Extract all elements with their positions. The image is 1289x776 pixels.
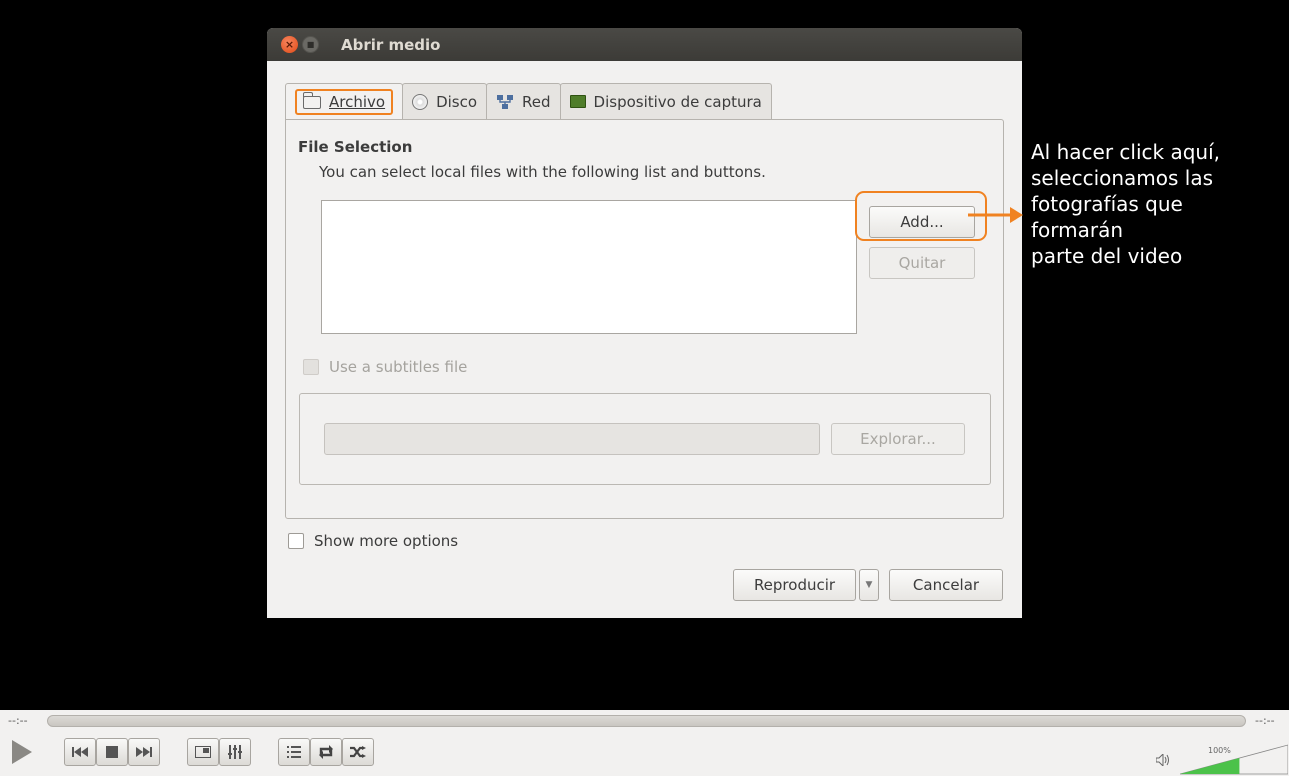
maximize-icon[interactable]: ■	[302, 36, 319, 53]
folder-icon	[302, 91, 321, 109]
annotation-arrow-icon	[968, 207, 1023, 223]
annotation-text: Al hacer click aquí, seleccionamos las f…	[1031, 139, 1281, 269]
tab-label: Archivo	[329, 93, 386, 111]
file-list[interactable]	[321, 200, 857, 334]
volume-slider[interactable]	[1180, 743, 1288, 775]
time-elapsed: --:--	[8, 714, 28, 727]
annotation-line: parte del video	[1031, 244, 1183, 268]
network-icon	[496, 94, 514, 110]
next-icon[interactable]	[128, 738, 160, 766]
loop-icon[interactable]	[310, 738, 342, 766]
previous-icon[interactable]	[64, 738, 96, 766]
more-options-row: Show more options	[288, 532, 458, 550]
more-options-label: Show more options	[314, 532, 459, 550]
volume-icon[interactable]	[1155, 752, 1170, 770]
subtitles-file-input[interactable]	[324, 423, 820, 455]
fullscreen-icon[interactable]	[187, 738, 219, 766]
tab-label: Red	[522, 92, 551, 111]
tab-label: Dispositivo de captura	[593, 92, 762, 111]
tab-label: Disco	[436, 92, 478, 111]
tab-panel-archivo: File Selection You can select local file…	[285, 119, 1004, 519]
dialog-title: Abrir medio	[341, 35, 441, 54]
equalizer-icon[interactable]	[219, 738, 251, 766]
annotation-line: Al hacer click aquí,	[1031, 140, 1220, 164]
subtitles-checkbox[interactable]	[303, 359, 319, 375]
player-controls: --:-- --:-- 100%	[0, 710, 1289, 776]
subtitles-label: Use a subtitles file	[329, 358, 468, 376]
disc-icon	[412, 93, 429, 110]
tab-dispositivo-de-captura[interactable]: Dispositivo de captura	[559, 83, 772, 119]
tab-archivo[interactable]: Archivo	[285, 83, 404, 120]
subtitles-row: Use a subtitles file	[303, 358, 467, 376]
remove-button[interactable]: Quitar	[869, 247, 975, 279]
section-description: You can select local files with the foll…	[319, 163, 766, 181]
annotation-line: formarán	[1031, 218, 1124, 242]
cancel-button[interactable]: Cancelar	[889, 569, 1003, 601]
vlc-main-window: × ■ Abrir medio Archivo Disco Red Dispos…	[0, 0, 1289, 776]
playlist-icon[interactable]	[278, 738, 310, 766]
play-icon[interactable]	[12, 740, 32, 764]
annotation-line: fotografías que	[1031, 192, 1183, 216]
play-button[interactable]: Reproducir	[733, 569, 856, 601]
section-title: File Selection	[298, 138, 413, 156]
shuffle-icon[interactable]	[342, 738, 374, 766]
time-total: --:--	[1255, 714, 1275, 727]
tab-red[interactable]: Red	[486, 83, 561, 119]
tab-disco[interactable]: Disco	[402, 83, 488, 119]
subtitles-group: Explorar...	[299, 393, 991, 485]
tab-bar: Archivo Disco Red Dispositivo de captura	[285, 83, 772, 120]
more-options-checkbox[interactable]	[288, 533, 304, 549]
dialog-titlebar: × ■ Abrir medio	[267, 28, 1022, 61]
play-dropdown-chevron-icon[interactable]: ▼	[859, 569, 879, 601]
annotation-line: seleccionamos las	[1031, 166, 1214, 190]
stop-icon[interactable]	[96, 738, 128, 766]
open-media-dialog: × ■ Abrir medio Archivo Disco Red Dispos…	[267, 28, 1022, 618]
close-icon[interactable]: ×	[281, 36, 298, 53]
capture-card-icon	[569, 95, 586, 108]
browse-button[interactable]: Explorar...	[831, 423, 965, 455]
add-button[interactable]: Add...	[869, 206, 975, 238]
seek-slider[interactable]	[47, 715, 1246, 727]
